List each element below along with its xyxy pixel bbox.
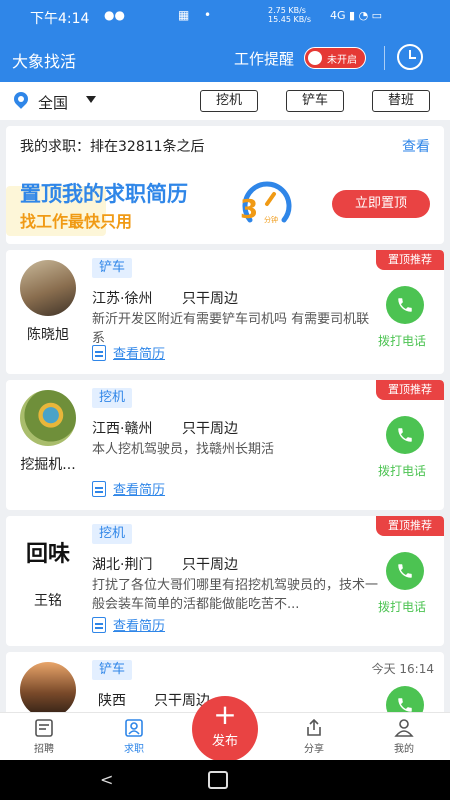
stopwatch-icon: 3 分钟 [240,181,292,225]
document-icon [92,345,106,361]
network-speed: 2.75 KB/s 15.45 KB/s [268,6,312,24]
scope-text: 只干周边 [182,291,238,307]
seeker-name: 王铭 [34,593,62,609]
tab-recruit[interactable]: 招聘 [14,713,74,761]
region-selector[interactable]: 全国 [38,92,68,113]
document-icon [92,617,106,633]
category-tag: 铲车 [92,660,133,680]
category-tag: 铲车 [92,258,133,278]
status-time: 下午4:14 [30,11,90,27]
reminder-toggle[interactable]: 未开启 [304,47,366,69]
pinned-badge: 置顶推荐 [376,516,444,536]
promo-banner: 我的求职：排在32811条之后 查看 置顶我的求职简历 找工作最快只用 3 分钟… [6,126,444,244]
tab-label: 我的 [394,744,414,755]
view-rank-link[interactable]: 查看 [402,136,430,156]
phone-icon [398,698,412,712]
filter-chip-excavator[interactable]: 挖机 [200,90,258,112]
share-icon [307,719,321,736]
job-rank-text: 我的求职：排在32811条之后 [20,139,205,155]
timer-number: 3 [240,195,258,225]
view-resume-label: 查看简历 [113,619,166,634]
recruit-icon [35,719,53,737]
call-button[interactable] [386,552,424,590]
view-resume-link[interactable]: 查看简历 [92,615,165,634]
category-tag: 挖机 [92,524,133,544]
dropdown-caret-icon[interactable] [86,96,96,103]
seeker-name: 陈晓旭 [27,327,69,343]
job-seeker-card[interactable]: 挖掘机... 挖机 江西·赣州 只干周边 本人挖机驾驶员，找赣州长期活 查看简历… [6,380,444,510]
document-icon [92,481,106,497]
avatar [20,390,76,446]
call-button[interactable] [386,286,424,324]
seeker-description: 本人挖机驾驶员，找赣州长期活 [92,442,275,457]
job-seeker-card[interactable]: 回味 王铭 挖机 湖北·荆门 只干周边 打扰了各位大哥们哪里有招挖机驾驶员的，技… [6,516,444,646]
plus-icon: + [213,698,237,731]
avatar [20,260,76,316]
phone-icon [398,298,412,312]
avatar [20,662,76,712]
calendar-icon: ▦ [178,8,190,22]
category-tag: 挖机 [92,388,133,408]
promo-subline: 找工作最快只用 [20,212,133,231]
tab-label: 分享 [304,744,324,755]
wechat-icon: ●● [104,8,125,22]
pin-now-button[interactable]: 立即置顶 [332,190,430,218]
tab-seek[interactable]: 求职 [104,713,164,761]
call-label[interactable]: 拨打电话 [378,598,426,615]
pinned-badge: 置顶推荐 [376,250,444,270]
location-text: 江苏·徐州 [92,291,153,307]
location-text: 江西·赣州 [92,421,153,437]
signal-label: 4G [330,9,346,22]
phone-icon [398,564,412,578]
promo-headline: 置顶我的求职简历 [20,182,188,206]
call-button[interactable] [386,416,424,454]
timer-unit: 分钟 [264,215,278,224]
filter-bar: 全国 挖机 铲车 替班 [0,82,450,120]
post-time: 今天 16:14 [371,662,434,676]
pinned-badge: 置顶推荐 [376,380,444,400]
filter-chip-loader[interactable]: 铲车 [286,90,344,112]
header-divider [384,46,385,70]
publish-button[interactable]: + 发布 [192,696,258,762]
home-icon[interactable] [208,771,228,789]
call-label[interactable]: 拨打电话 [378,332,426,349]
scope-text: 只干周边 [182,557,238,573]
tab-share[interactable]: 分享 [284,713,344,761]
seeker-name: 挖掘机... [20,457,76,473]
location-pin-icon [11,89,31,109]
tab-label: 求职 [124,744,144,755]
publish-label: 发布 [211,734,238,749]
avatar: 回味 [20,526,76,582]
back-icon[interactable]: < [100,770,113,789]
view-resume-link[interactable]: 查看简历 [92,479,165,498]
dot-icon: • [204,8,212,22]
toggle-label: 未开启 [327,55,357,66]
job-seeker-card[interactable]: 陈晓旭 铲车 江苏·徐州 只干周边 新沂开发区附近有需要铲车司机吗 有需要司机联… [6,250,444,374]
system-nav-bar: < [0,760,450,800]
avatar-calligraphy: 回味 [25,541,70,567]
app-bar: 大象找活 工作提醒 未开启 [0,34,450,82]
view-resume-link[interactable]: 查看简历 [92,343,165,362]
call-button[interactable] [386,686,424,712]
tab-label: 招聘 [34,744,54,755]
toggle-knob [308,51,322,65]
work-reminder-label: 工作提醒 [234,50,295,68]
location-text: 湖北·荆门 [92,557,153,573]
signal-indicator: 4G ▮ ◔ ▭ [330,9,383,22]
call-label[interactable]: 拨打电话 [378,462,426,479]
location-text: 陕西 [98,693,126,709]
view-resume-label: 查看简历 [113,347,166,362]
profile-icon [394,719,414,737]
tab-mine[interactable]: 我的 [374,713,434,761]
phone-icon [398,428,412,442]
clock-icon[interactable] [397,44,423,70]
seeker-description: 打扰了各位大哥们哪里有招挖机驾驶员的，技术一般会装车简单的活都能做能吃苦不... [92,578,378,612]
app-title: 大象找活 [12,52,77,71]
status-bar: 下午4:14 ●● ▦ • 2.75 KB/s 15.45 KB/s 4G ▮ ◔… [0,0,450,34]
filter-chip-substitute[interactable]: 替班 [372,90,430,112]
view-resume-label: 查看简历 [113,483,166,498]
seek-job-icon [125,719,143,737]
scope-text: 只干周边 [182,421,238,437]
